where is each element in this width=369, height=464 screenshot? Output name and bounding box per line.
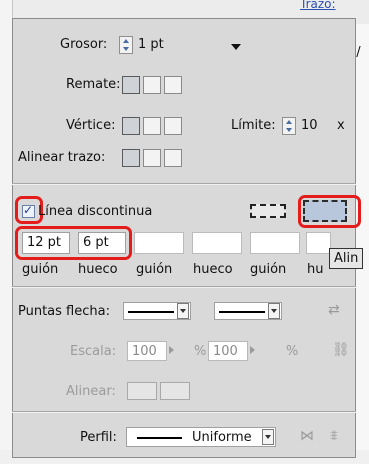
grosor-dropdown-icon[interactable]: [231, 44, 241, 50]
link-scale-icon[interactable]: ⛓: [332, 342, 350, 358]
highlight-dash-fields: [15, 226, 132, 260]
flip-horizontal-icon[interactable]: ⋈: [300, 428, 314, 444]
dash-field-3[interactable]: [250, 232, 300, 254]
swap-arrows-icon[interactable]: ⇄: [328, 302, 340, 318]
dash-label-2: guión: [136, 262, 173, 277]
gap-label-1: hueco: [78, 262, 118, 277]
trazo-link[interactable]: Trazo:: [300, 0, 336, 11]
join-round-button[interactable]: [143, 117, 161, 135]
arrowheads-label: Puntas flecha:: [18, 304, 110, 319]
scale-end-arrow-icon[interactable]: [250, 346, 255, 354]
dash-label-3: guión: [250, 262, 287, 277]
flip-vertical-icon[interactable]: ⩨: [330, 428, 338, 444]
gap-field-2[interactable]: [192, 232, 242, 254]
limite-suffix: x: [337, 118, 345, 133]
profile-value: Uniforme: [192, 430, 252, 445]
scale-start-field[interactable]: 100: [127, 341, 167, 361]
grosor-value[interactable]: 1 pt: [138, 37, 164, 52]
scale-label: Escala:: [70, 344, 117, 359]
cap-square-button[interactable]: [164, 76, 182, 94]
grosor-label: Grosor:: [60, 37, 108, 52]
cap-butt-button[interactable]: [122, 76, 140, 94]
scale-start-arrow-icon[interactable]: [169, 346, 174, 354]
arrow-tip-beyond-button[interactable]: [127, 382, 157, 400]
arrow-tip-at-end-button[interactable]: [160, 382, 190, 400]
gap-label-2: hueco: [193, 262, 233, 277]
limite-stepper[interactable]: [282, 117, 296, 135]
profile-label: Perfil:: [80, 430, 117, 445]
profile-dropdown-icon[interactable]: [262, 429, 274, 445]
start-arrow-dropdown-icon[interactable]: [177, 303, 189, 319]
profile-select[interactable]: Uniforme: [126, 427, 276, 447]
divider: [12, 184, 356, 185]
align-arrows-label: Alinear:: [66, 384, 116, 399]
alinear-trazo-label: Alinear trazo:: [18, 150, 106, 165]
divider: [12, 412, 356, 413]
cap-round-button[interactable]: [143, 76, 161, 94]
end-arrow-dropdown-icon[interactable]: [268, 303, 280, 319]
divider: [12, 287, 356, 288]
join-miter-button[interactable]: [122, 117, 140, 135]
tooltip: Alin: [329, 248, 364, 269]
highlight-align-dashes: [298, 195, 361, 228]
dash-field-2[interactable]: [134, 232, 184, 254]
limite-value[interactable]: 10: [301, 118, 318, 133]
gap-label-3: hu: [307, 262, 324, 277]
align-center-button[interactable]: [122, 149, 140, 167]
join-bevel-button[interactable]: [164, 117, 182, 135]
preserve-dashes-icon[interactable]: [250, 204, 286, 218]
scale-end-field[interactable]: 100: [208, 341, 248, 361]
gap-field-3[interactable]: [306, 232, 331, 254]
scale-start-unit: %: [194, 344, 207, 359]
align-inside-button[interactable]: [143, 149, 161, 167]
vertice-label: Vértice:: [66, 118, 116, 133]
limite-label: Límite:: [231, 118, 276, 133]
scale-end-unit: %: [286, 344, 299, 359]
dashed-line-label: Línea discontinua: [38, 204, 153, 219]
align-outside-button[interactable]: [164, 149, 182, 167]
dash-label-1: guión: [22, 262, 59, 277]
grosor-stepper[interactable]: [119, 36, 133, 54]
remate-label: Remate:: [66, 77, 121, 92]
